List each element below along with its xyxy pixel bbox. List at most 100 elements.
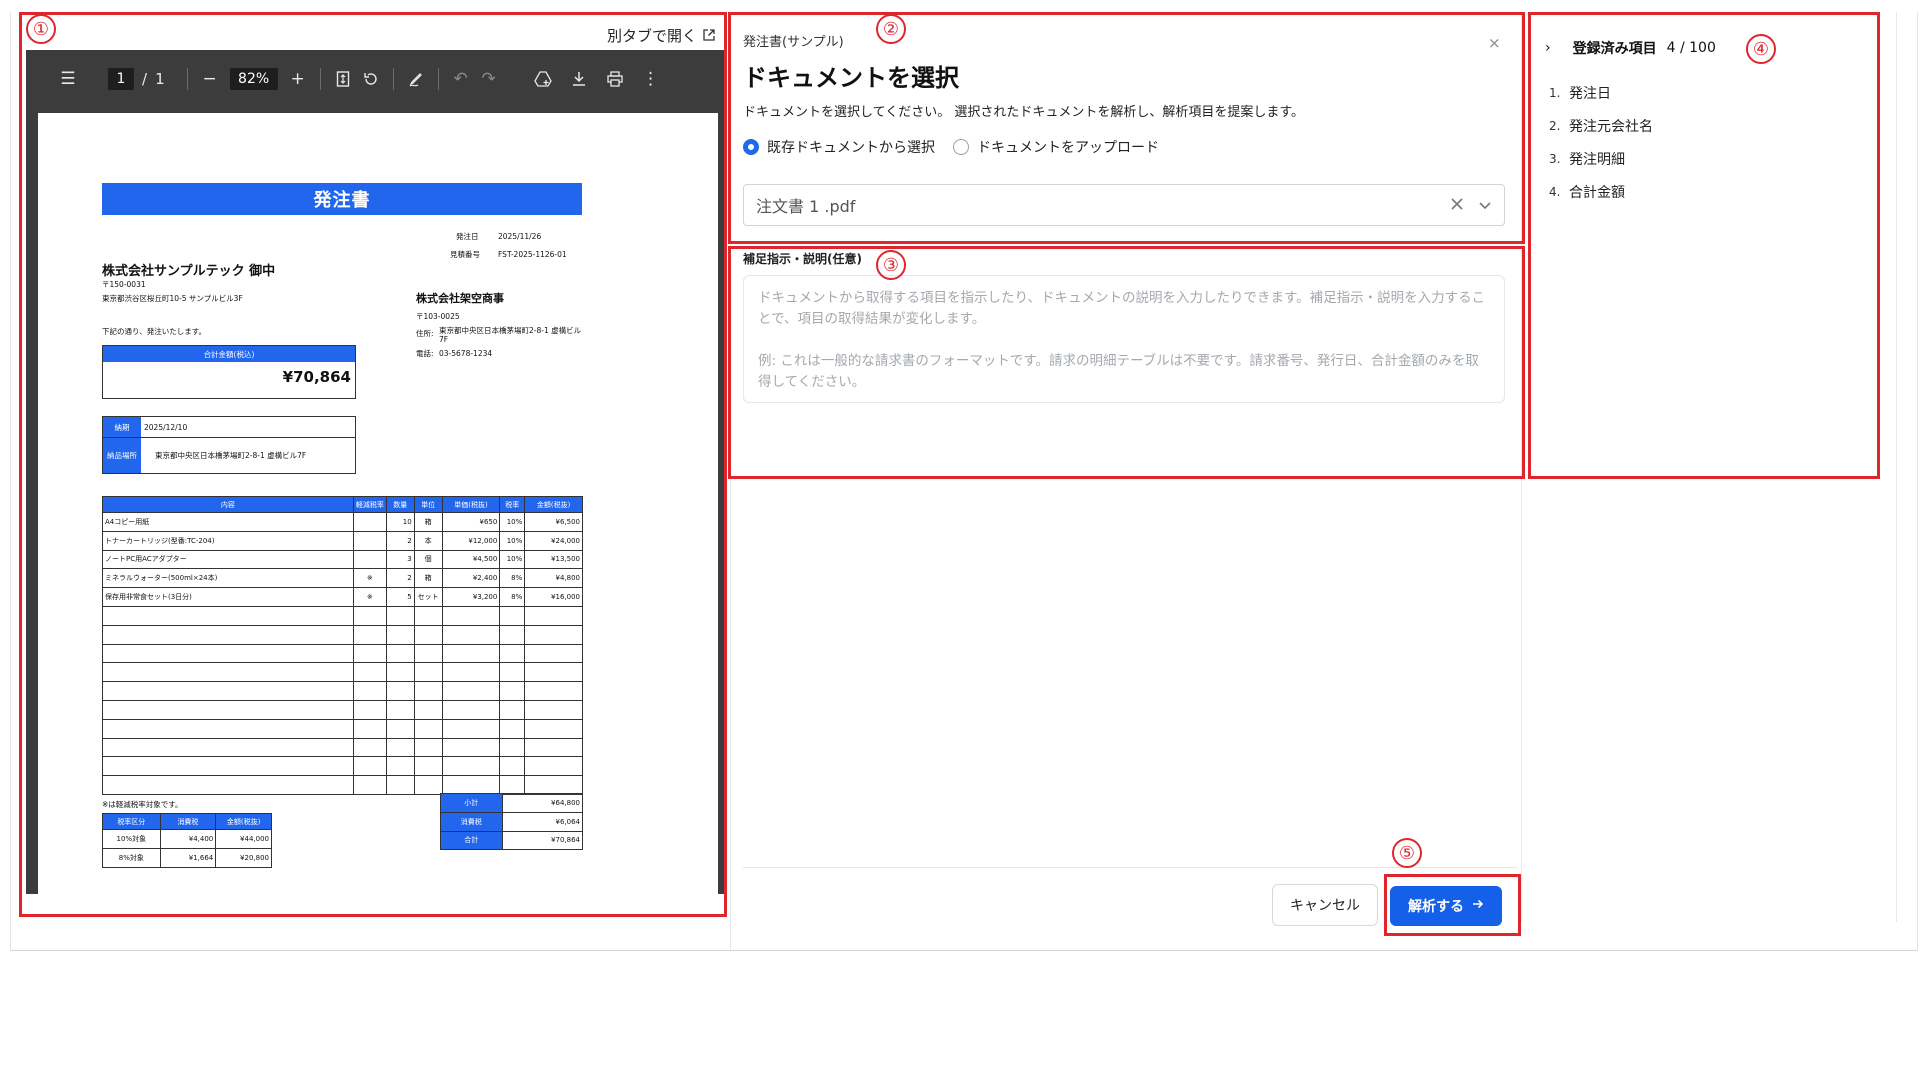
summary-label-cell: 消費税 <box>440 811 503 832</box>
redo-icon[interactable]: ↷ <box>475 65 503 93</box>
table-cell: 10 <box>385 512 415 532</box>
table-cell <box>385 681 415 701</box>
list-item[interactable]: 1. 発注日 <box>1549 76 1653 109</box>
toolbar-divider <box>186 68 188 90</box>
document-select[interactable]: 注文書 1 .pdf <box>743 184 1505 226</box>
quote-number-value: FST-2025-1126-01 <box>498 250 567 259</box>
notes-label: 補足指示・説明(任意) <box>743 252 862 266</box>
list-item[interactable]: 4. 合計金額 <box>1549 175 1653 208</box>
dialog-title: ドキュメントを選択 <box>743 64 959 92</box>
recipient-zip: 〒150-0031 <box>102 280 146 289</box>
zoom-level-input[interactable]: 82% <box>229 68 278 90</box>
analyze-button[interactable]: 解析する <box>1390 886 1502 926</box>
radio-existing-document[interactable]: 既存ドキュメントから選択 <box>743 137 935 157</box>
table-row: 合計 ¥70,864 <box>440 830 584 851</box>
radio-existing-label: 既存ドキュメントから選択 <box>767 140 935 156</box>
table-cell <box>352 662 387 683</box>
pdf-toolbar: ☰ 1 / 1 − 82% + ↶ ↷ ⋮ <box>26 50 725 108</box>
table-cell <box>413 662 443 683</box>
menu-icon[interactable]: ☰ <box>54 65 82 93</box>
clear-icon[interactable] <box>1450 196 1464 215</box>
table-cell <box>499 624 526 645</box>
list-item[interactable]: 2. 発注元会社名 <box>1549 109 1653 142</box>
fit-page-icon[interactable] <box>329 65 357 93</box>
table-cell: 8% <box>499 587 526 607</box>
annotation-number-1: ① <box>26 14 56 44</box>
table-header-cell: 金額(税抜) <box>524 496 583 513</box>
table-header-cell: 税率区分 <box>102 813 161 830</box>
table-cell <box>499 756 526 777</box>
table-cell: 10% <box>499 530 526 551</box>
table-cell: セット <box>413 587 443 607</box>
summary-label-cell: 小計 <box>440 793 503 813</box>
table-cell <box>385 699 415 720</box>
summary-value-cell: ¥64,800 <box>501 793 584 813</box>
download-icon[interactable] <box>565 65 593 93</box>
table-row <box>102 718 583 739</box>
table-row: トナーカートリッジ(型番:TC-204) 2 本 ¥12,000 10% ¥24,000 <box>102 530 583 551</box>
zoom-out-icon[interactable]: − <box>196 65 224 93</box>
pdf-viewport[interactable]: 発注書 発注日 2025/11/26 見積番号 FST-2025-1126-01… <box>26 108 725 894</box>
table-cell <box>524 699 583 720</box>
table-cell: ¥4,400 <box>159 829 217 849</box>
table-cell <box>385 756 415 777</box>
table-cell <box>441 718 501 739</box>
table-row: ミネラルウォーター(500ml×24本) ※ 2 箱 ¥2,400 8% ¥4,800 <box>102 568 583 589</box>
table-cell <box>102 737 354 758</box>
table-cell: ¥13,500 <box>524 549 583 570</box>
print-icon[interactable] <box>601 65 629 93</box>
rotate-icon[interactable] <box>357 65 385 93</box>
table-row <box>102 681 583 701</box>
radio-unchecked-icon <box>953 139 969 155</box>
page-number-input[interactable]: 1 <box>108 68 134 90</box>
recipient-address: 東京都渋谷区桜丘町10-5 サンプルビル3F <box>102 294 243 303</box>
table-cell: 箱 <box>413 512 443 532</box>
analyze-button-label: 解析する <box>1408 899 1464 915</box>
cancel-button[interactable]: キャンセル <box>1272 884 1378 926</box>
table-cell <box>499 681 526 701</box>
table-row <box>102 624 583 645</box>
radio-upload-label: ドキュメントをアップロード <box>977 140 1159 156</box>
table-row <box>102 605 583 626</box>
table-cell <box>385 737 415 758</box>
table-header-cell: 消費税 <box>159 813 217 830</box>
table-row <box>102 699 583 720</box>
radio-upload-document[interactable]: ドキュメントをアップロード <box>953 137 1159 157</box>
close-icon[interactable]: × <box>1488 34 1501 52</box>
summary-table: 小計 ¥64,800 消費税 ¥6,064 合計 ¥70,864 <box>440 793 584 851</box>
table-cell: ¥650 <box>441 512 501 532</box>
table-row <box>102 643 583 664</box>
open-new-tab-link[interactable]: 別タブで開く <box>607 25 715 46</box>
zoom-in-icon[interactable]: + <box>284 65 312 93</box>
table-cell: 5 <box>385 587 415 607</box>
list-item[interactable]: 3. 発注明細 <box>1549 142 1653 175</box>
table-cell <box>441 737 501 758</box>
delivery-place-label: 納品場所 <box>103 438 141 473</box>
table-cell <box>413 699 443 720</box>
table-cell <box>441 662 501 683</box>
annotation-number-4: ④ <box>1746 34 1776 64</box>
divider <box>730 12 731 952</box>
table-cell <box>441 643 501 664</box>
more-vert-icon[interactable]: ⋮ <box>637 65 665 93</box>
annotation-number-5: ⑤ <box>1392 838 1422 868</box>
table-cell <box>524 605 583 626</box>
chevron-down-icon[interactable] <box>1478 196 1492 215</box>
table-cell: ¥12,000 <box>441 530 501 551</box>
pdf-page: 発注書 発注日 2025/11/26 見積番号 FST-2025-1126-01… <box>38 113 718 894</box>
table-header-cell: 単位 <box>413 496 443 513</box>
table-cell <box>102 775 354 795</box>
table-cell <box>352 699 387 720</box>
chevron-right-icon[interactable]: › <box>1545 40 1551 56</box>
table-cell <box>441 624 501 645</box>
sender-tel: 03-5678-1234 <box>439 349 493 358</box>
notes-textarea[interactable]: ドキュメントから取得する項目を指示したり、ドキュメントの説明を入力したりできます… <box>743 275 1505 403</box>
annotate-pen-icon[interactable] <box>402 65 430 93</box>
table-cell <box>524 737 583 758</box>
table-cell: 3 <box>385 549 415 570</box>
table-row <box>102 756 583 777</box>
toolbar-divider <box>437 68 439 90</box>
drive-save-icon[interactable] <box>529 65 557 93</box>
table-cell <box>102 699 354 720</box>
undo-icon[interactable]: ↶ <box>447 65 475 93</box>
